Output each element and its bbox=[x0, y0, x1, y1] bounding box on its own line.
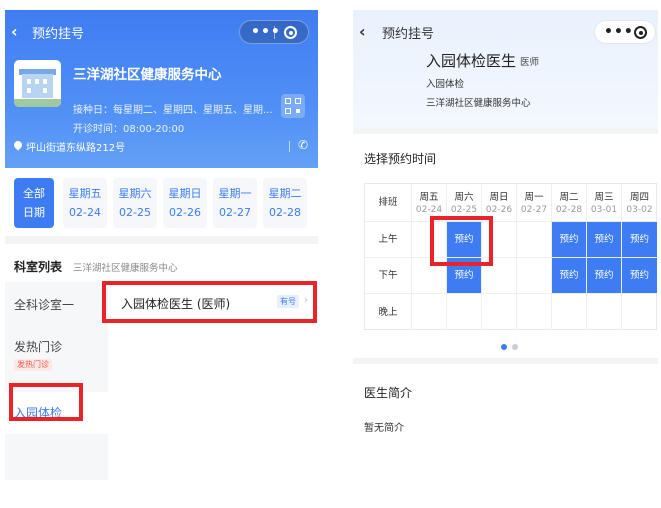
more-icon[interactable]: ••• bbox=[604, 24, 634, 40]
nav-bar: ‹ 预约挂号 ••• bbox=[5, 10, 318, 52]
nav-title: 预约挂号 bbox=[382, 27, 435, 42]
date-option[interactable]: 星期日 02-26 bbox=[163, 178, 207, 228]
hospital-address[interactable]: 坪山街道东纵路212号 bbox=[26, 139, 125, 154]
schedule-cell bbox=[517, 221, 552, 257]
dept-list-subtitle: 三洋湖社区健康服务中心 bbox=[73, 263, 178, 274]
date-option[interactable]: 星期六 02-25 bbox=[113, 178, 157, 228]
dept-item-fever[interactable]: 发热门诊 发热门诊 bbox=[5, 338, 108, 384]
schedule-grid: 排班 周五 02-24 周六 02-25 周日 02-26 周一 02-27 周二 02-… bbox=[364, 183, 657, 330]
fever-tag: 发热门诊 bbox=[14, 359, 52, 371]
hospital-logo bbox=[14, 60, 61, 107]
service-hours: 开诊时间：08:00-20:00 bbox=[73, 124, 185, 135]
hospital-name: 三洋湖社区健康服务中心 bbox=[73, 67, 222, 83]
schedule-cell bbox=[552, 293, 587, 330]
date-option[interactable]: 星期五 02-24 bbox=[63, 178, 107, 228]
back-icon[interactable]: ‹ bbox=[359, 22, 366, 41]
hospital-header: ‹ 预约挂号 ••• 三洋湖社区健康服务中心 接种日：每星期二、星期四、星期五、… bbox=[5, 10, 318, 168]
doctor-name: 入园体检医生 bbox=[426, 52, 517, 70]
doctor-hospital: 三洋湖社区健康服务中心 bbox=[426, 98, 531, 109]
schedule-cell bbox=[447, 293, 482, 330]
close-mini-program-icon[interactable] bbox=[284, 26, 297, 39]
more-icon[interactable]: ••• bbox=[251, 24, 281, 40]
schedule-row-label: 上午 bbox=[365, 221, 412, 257]
dept-item-general[interactable]: 全科诊室一 bbox=[5, 296, 108, 326]
mini-program-capsule: ••• bbox=[239, 20, 309, 44]
section-divider bbox=[5, 236, 318, 244]
book-slot-button[interactable]: 预约 bbox=[587, 221, 622, 257]
pager-dot-active[interactable] bbox=[501, 344, 507, 350]
highlight-book-slot bbox=[430, 216, 493, 266]
qr-code-icon[interactable] bbox=[281, 94, 305, 118]
capsule-divider bbox=[274, 26, 275, 39]
date-selector: 全部 日期 星期五 02-24 星期六 02-25 星期日 02-26 星期一 … bbox=[5, 168, 318, 244]
nav-title: 预约挂号 bbox=[32, 27, 85, 42]
service-days: 接种日：每星期二、星期四、星期五、星期... bbox=[73, 105, 273, 116]
schedule-cell bbox=[587, 293, 622, 330]
pager-dot[interactable] bbox=[512, 344, 518, 350]
date-option[interactable]: 星期二 02-28 bbox=[263, 178, 307, 228]
schedule-col-head: 周一 02-27 bbox=[517, 184, 552, 221]
schedule-cell bbox=[517, 257, 552, 293]
bio-text: 暂无简介 bbox=[364, 423, 404, 434]
location-icon bbox=[12, 139, 24, 151]
schedule-cell bbox=[622, 293, 657, 330]
schedule-title: 选择预约时间 bbox=[364, 152, 437, 166]
address-divider bbox=[289, 141, 290, 152]
doctor-header: ‹ 预约挂号 ••• 入园体检医生 医师 入园体检 三洋湖社区健康服务中心 bbox=[353, 10, 658, 128]
schedule-cell bbox=[412, 293, 447, 330]
date-option[interactable]: 星期一 02-27 bbox=[213, 178, 257, 228]
doctor-department: 入园体检 bbox=[426, 79, 465, 90]
section-divider bbox=[353, 358, 658, 364]
schedule-cell bbox=[482, 293, 517, 330]
dept-list-title: 科室列表 bbox=[14, 260, 63, 274]
schedule-cell bbox=[517, 293, 552, 330]
mini-program-capsule: ••• bbox=[594, 20, 656, 44]
schedule-col-head: 周二 02-28 bbox=[552, 184, 587, 221]
schedule-corner: 排班 bbox=[365, 184, 412, 221]
schedule-col-head: 周三 03-01 bbox=[587, 184, 622, 221]
close-mini-program-icon[interactable] bbox=[634, 26, 647, 39]
bio-title: 医生简介 bbox=[364, 386, 413, 400]
section-divider bbox=[353, 128, 658, 134]
date-all-button[interactable]: 全部 日期 bbox=[14, 178, 54, 228]
doctor-title: 医师 bbox=[520, 57, 540, 68]
book-slot-button[interactable]: 预约 bbox=[552, 221, 587, 257]
book-slot-button[interactable]: 预约 bbox=[552, 257, 587, 293]
highlight-dept-item bbox=[9, 383, 83, 421]
department-sidebar: 全科诊室一 发热门诊 发热门诊 入园体检 bbox=[5, 282, 108, 480]
schedule-row-label: 晚上 bbox=[365, 293, 412, 330]
book-slot-button[interactable]: 预约 bbox=[587, 257, 622, 293]
schedule-row-label: 下午 bbox=[365, 257, 412, 293]
book-slot-button[interactable]: 预约 bbox=[622, 221, 657, 257]
right-screen: ‹ 预约挂号 ••• 入园体检医生 医师 入园体检 三洋湖社区健康服务中心 选择… bbox=[353, 10, 658, 480]
phone-icon[interactable]: ✆ bbox=[298, 138, 308, 152]
book-slot-button[interactable]: 预约 bbox=[622, 257, 657, 293]
schedule-col-head: 周四 03-02 bbox=[626, 192, 653, 215]
highlight-doctor-row bbox=[102, 281, 317, 323]
back-icon[interactable]: ‹ bbox=[11, 22, 18, 41]
